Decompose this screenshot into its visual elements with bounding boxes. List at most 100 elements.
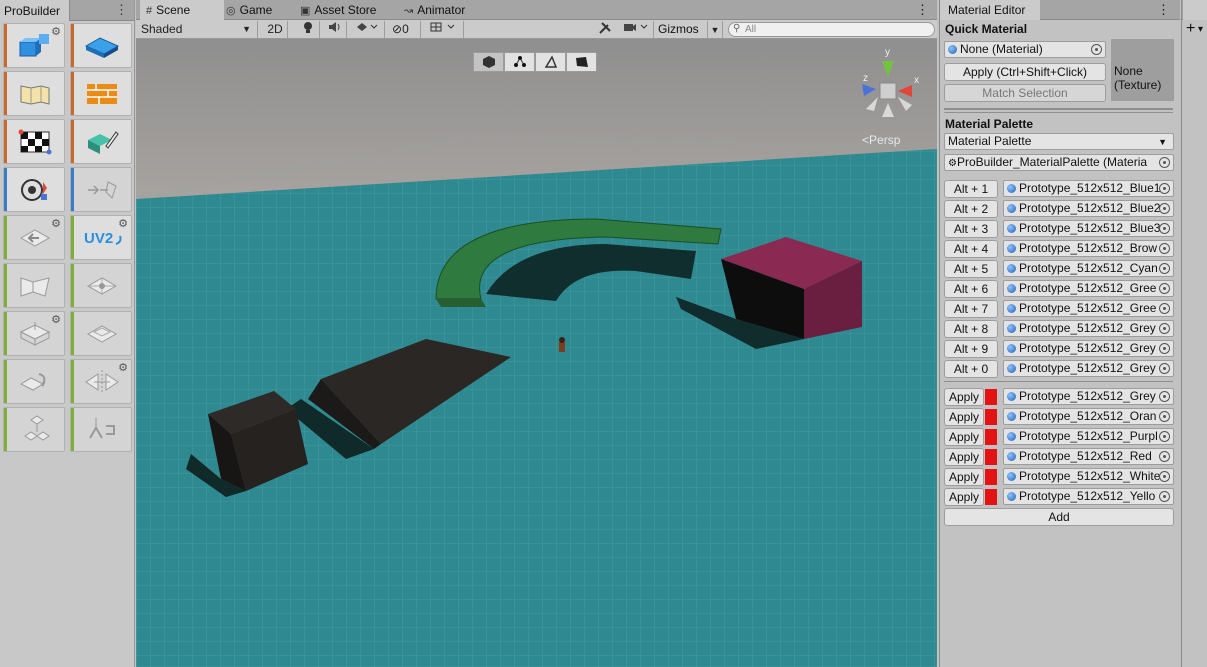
grow-selection-button[interactable]: [70, 167, 132, 212]
object-picker-icon[interactable]: [1159, 363, 1170, 374]
material-editor-tab[interactable]: Material Editor: [940, 0, 1040, 20]
color-swatch[interactable]: [985, 429, 997, 445]
object-picker-icon[interactable]: [1159, 391, 1170, 402]
shortcut-apply-button[interactable]: Alt + 0: [944, 360, 998, 378]
smooth-groups-button[interactable]: [3, 71, 65, 116]
object-picker-icon[interactable]: [1159, 283, 1170, 294]
shortcut-apply-button[interactable]: Alt + 2: [944, 200, 998, 218]
shortcut-apply-button[interactable]: Alt + 1: [944, 180, 998, 198]
new-shape-button[interactable]: ⚙: [3, 23, 65, 68]
material-slot-field[interactable]: Prototype_512x512_Brow: [1003, 240, 1174, 257]
material-slot-field[interactable]: Prototype_512x512_Cyan: [1003, 260, 1174, 277]
mirror-objects-button[interactable]: ⚙: [70, 359, 132, 404]
scene-search-input[interactable]: ⚲ All: [728, 22, 935, 37]
material-slot-field[interactable]: Prototype_512x512_Grey: [1003, 320, 1174, 337]
add-material-button[interactable]: Add: [944, 508, 1174, 526]
material-editor-button[interactable]: [70, 71, 132, 116]
gear-icon[interactable]: ⚙: [118, 361, 128, 374]
material-slot-field[interactable]: Prototype_512x512_Red: [1003, 448, 1174, 465]
gear-icon[interactable]: ⚙: [51, 25, 61, 38]
apply-material-button[interactable]: Apply: [944, 448, 984, 466]
uv-editor-button[interactable]: [3, 119, 65, 164]
shortcut-apply-button[interactable]: Alt + 8: [944, 320, 998, 338]
object-picker-icon[interactable]: [1159, 223, 1170, 234]
shortcut-apply-button[interactable]: Alt + 4: [944, 240, 998, 258]
material-slot-field[interactable]: Prototype_512x512_Oran: [1003, 408, 1174, 425]
apply-material-button[interactable]: Apply: [944, 408, 984, 426]
object-picker-icon[interactable]: [1159, 183, 1170, 194]
shortcut-apply-button[interactable]: Alt + 6: [944, 280, 998, 298]
triangulate-button[interactable]: [3, 263, 65, 308]
conform-normals-button[interactable]: ⚙: [3, 311, 65, 356]
apply-quick-material-button[interactable]: Apply (Ctrl+Shift+Click): [944, 63, 1106, 81]
gizmos-chevron-icon[interactable]: ▼: [707, 21, 723, 38]
object-picker-icon[interactable]: [1159, 451, 1170, 462]
gear-icon[interactable]: ⚙: [118, 217, 128, 230]
material-slot-field[interactable]: Prototype_512x512_White: [1003, 468, 1174, 485]
color-swatch[interactable]: [985, 489, 997, 505]
shortcut-apply-button[interactable]: Alt + 5: [944, 260, 998, 278]
material-slot-field[interactable]: Prototype_512x512_Grey: [1003, 388, 1174, 405]
material-slot-field[interactable]: Prototype_512x512_Purpl: [1003, 428, 1174, 445]
gizmos-dropdown[interactable]: Gizmos: [657, 21, 705, 38]
color-swatch[interactable]: [985, 409, 997, 425]
shortcut-apply-button[interactable]: Alt + 3: [944, 220, 998, 238]
poly-shape-button[interactable]: [70, 23, 132, 68]
material-slot-field[interactable]: Prototype_512x512_Blue1: [1003, 180, 1174, 197]
gear-icon[interactable]: ⚙: [51, 313, 61, 326]
probuilder-tab[interactable]: ProBuilder: [0, 0, 70, 21]
vertex-colors-button[interactable]: [70, 119, 132, 164]
apply-material-button[interactable]: Apply: [944, 488, 984, 506]
palette-asset-field[interactable]: ⚙ProBuilder_MaterialPalette (Materia: [944, 154, 1174, 171]
material-slot-field[interactable]: Prototype_512x512_Grey: [1003, 360, 1174, 377]
grid-toggle-icon[interactable]: [424, 21, 464, 38]
face-mode-icon[interactable]: [566, 52, 597, 72]
shrink-selection-button[interactable]: ⚙: [3, 215, 65, 260]
object-picker-icon[interactable]: [1159, 323, 1170, 334]
object-mode-icon[interactable]: [473, 52, 504, 72]
apply-material-button[interactable]: Apply: [944, 428, 984, 446]
apply-material-button[interactable]: Apply: [944, 388, 984, 406]
tools-icon[interactable]: [598, 21, 614, 38]
material-slot-field[interactable]: Prototype_512x512_Grey: [1003, 340, 1174, 357]
vertex-mode-icon[interactable]: [504, 52, 535, 72]
shading-mode-dropdown[interactable]: Shaded ▼: [136, 21, 258, 38]
lighting-toggle-icon[interactable]: [296, 21, 320, 38]
object-picker-icon[interactable]: [1091, 44, 1102, 55]
material-slot-field[interactable]: Prototype_512x512_Yello: [1003, 488, 1174, 505]
apply-material-button[interactable]: Apply: [944, 468, 984, 486]
side-panel-tab[interactable]: [1183, 0, 1207, 20]
merge-objects-button[interactable]: [3, 407, 65, 452]
tab-asset-store[interactable]: ▣ Asset Store: [294, 0, 382, 20]
shortcut-apply-button[interactable]: Alt + 9: [944, 340, 998, 358]
material-slot-field[interactable]: Prototype_512x512_Blue3: [1003, 220, 1174, 237]
center-pivot-button[interactable]: [70, 263, 132, 308]
tab-scene[interactable]: # Scene: [140, 0, 224, 20]
selection-tools-button[interactable]: [3, 167, 65, 212]
tab-game[interactable]: ◎ Game: [220, 0, 278, 20]
object-picker-icon[interactable]: [1159, 431, 1170, 442]
object-picker-icon[interactable]: [1159, 411, 1170, 422]
shortcut-apply-button[interactable]: Alt + 7: [944, 300, 998, 318]
scene-viewport[interactable]: y x z <Persp: [136, 39, 937, 667]
match-selection-button[interactable]: Match Selection: [944, 84, 1106, 102]
effects-toggle-icon[interactable]: [349, 21, 385, 38]
edge-mode-icon[interactable]: [535, 52, 566, 72]
color-swatch[interactable]: [985, 449, 997, 465]
projection-label[interactable]: <Persp: [862, 133, 900, 147]
color-swatch[interactable]: [985, 389, 997, 405]
chevron-down-icon[interactable]: ▾: [1198, 24, 1203, 35]
material-slot-field[interactable]: Prototype_512x512_Gree: [1003, 280, 1174, 297]
tab-animator[interactable]: ↝ Animator: [398, 0, 471, 20]
object-picker-icon[interactable]: [1159, 471, 1170, 482]
gear-icon[interactable]: ⚙: [51, 217, 61, 230]
material-palette-dropdown[interactable]: Material Palette ▼: [944, 133, 1174, 150]
probuilder-menu-icon[interactable]: ⋮: [115, 2, 128, 18]
object-picker-icon[interactable]: [1159, 157, 1170, 168]
object-picker-icon[interactable]: [1159, 491, 1170, 502]
lightmap-uvs-button[interactable]: UV2 ⚙: [70, 215, 132, 260]
object-picker-icon[interactable]: [1159, 203, 1170, 214]
set-pivot-button[interactable]: [70, 407, 132, 452]
object-picker-icon[interactable]: [1159, 243, 1170, 254]
add-icon[interactable]: +: [1186, 20, 1195, 38]
